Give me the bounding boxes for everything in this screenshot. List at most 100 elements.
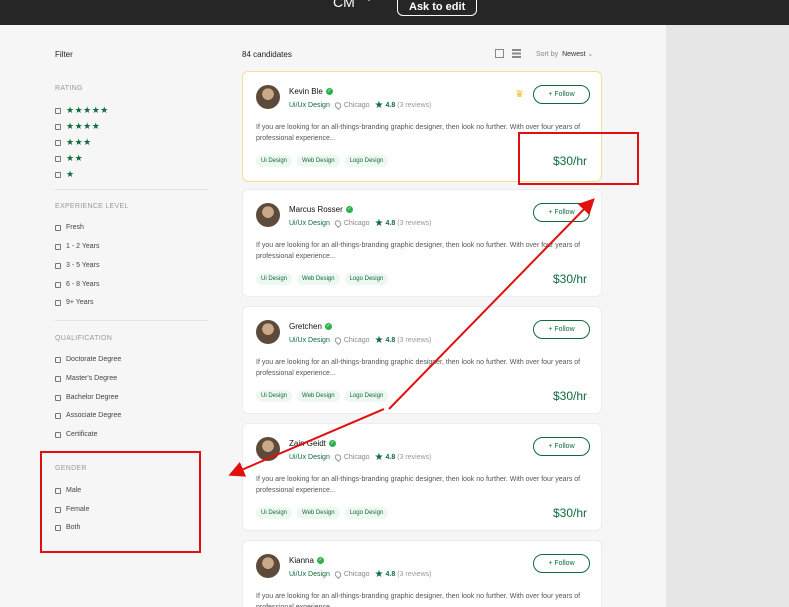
price-value: $30 <box>553 506 574 520</box>
candidate-role: Ui/Ux Design <box>289 454 330 461</box>
experience-section: EXPERIENCE LEVEL Fresh 1 - 2 Years 3 - 5… <box>55 203 210 306</box>
skill-tag[interactable]: Ui Design <box>256 273 293 285</box>
price-value: $30 <box>553 389 574 403</box>
candidate-card[interactable]: Gretchen ✓ Ui/Ux Design Chicago ★ 4.8 (3 re… <box>242 306 602 414</box>
qualification-option[interactable]: Bachelor Degree <box>55 394 119 401</box>
checkbox[interactable] <box>55 394 61 401</box>
experience-option[interactable]: 9+ Years <box>55 299 93 306</box>
filter-title: Filter <box>55 50 73 59</box>
review-count: (3 reviews) <box>397 337 432 344</box>
candidate-name-row: Gretchen ✓ <box>289 322 332 331</box>
skill-tag[interactable]: Web Design <box>297 155 340 167</box>
option-label: 6 - 8 Years <box>66 281 100 288</box>
checkbox[interactable] <box>55 281 61 288</box>
skill-tag[interactable]: Logo Design <box>344 155 389 167</box>
skill-tag[interactable]: Ui Design <box>256 390 293 402</box>
rating-option-4[interactable]: ★★★★ <box>55 121 100 132</box>
top-bar: CM ˅ Ask to edit <box>0 0 789 25</box>
list-view-icon[interactable] <box>512 49 521 58</box>
checkbox[interactable] <box>55 171 61 178</box>
follow-button[interactable]: + Follow <box>533 437 590 456</box>
skill-tag[interactable]: Logo Design <box>344 273 389 285</box>
rating-option-2[interactable]: ★★ <box>55 153 83 164</box>
follow-button[interactable]: + Follow <box>533 320 590 339</box>
divider <box>55 320 208 321</box>
price-value: $30 <box>553 272 574 286</box>
star-icon: ★ <box>374 100 384 111</box>
rating-option-1[interactable]: ★ <box>55 169 75 180</box>
option-label: Fresh <box>66 224 84 231</box>
qualification-section: QUALIFICATION Doctorate Degree Master's … <box>55 335 210 438</box>
checkbox[interactable] <box>55 431 61 438</box>
checkbox[interactable] <box>55 155 61 162</box>
chevron-down-icon[interactable]: ˅ <box>366 0 372 5</box>
checkbox[interactable] <box>55 375 61 382</box>
follow-button[interactable]: + Follow <box>533 554 590 573</box>
grid-view-icon[interactable] <box>495 49 504 58</box>
checkbox[interactable] <box>55 243 61 250</box>
candidate-role: Ui/Ux Design <box>289 102 330 109</box>
right-gutter <box>666 25 789 607</box>
verified-icon: ✓ <box>324 323 332 330</box>
skill-tag[interactable]: Logo Design <box>344 390 389 402</box>
candidate-card[interactable]: Marcus Rosser ✓ Ui/Ux Design Chicago ★ 4.8… <box>242 189 602 297</box>
star-icon: ★ <box>374 335 384 346</box>
candidate-description: If you are looking for an all-things-bra… <box>256 476 581 494</box>
candidate-name: Marcus Rosser <box>289 205 343 214</box>
qualification-option[interactable]: Certificate <box>55 431 98 438</box>
candidate-name: Kevin Ble <box>289 87 323 96</box>
price-unit: /hr <box>573 506 588 520</box>
location-pin-icon <box>333 335 343 346</box>
rating-option-3[interactable]: ★★★ <box>55 137 92 148</box>
candidate-meta: Ui/Ux Design Chicago ★ 4.8 (3 reviews) <box>289 335 431 346</box>
candidate-card[interactable]: Kianna ✓ Ui/Ux Design Chicago ★ 4.8 (3 revi… <box>242 540 602 607</box>
sort-dropdown[interactable]: Sort by Newest ⌄ <box>536 50 593 58</box>
location-pin-icon <box>333 452 343 463</box>
rating-section: RATING ★★★★★ ★★★★ ★★★ ★★ ★ <box>55 85 210 179</box>
candidate-meta: Ui/Ux Design Chicago ★ 4.8 (3 reviews) <box>289 218 431 229</box>
skill-tag[interactable]: Ui Design <box>256 507 293 519</box>
divider <box>55 189 208 190</box>
checkbox[interactable] <box>55 139 61 146</box>
crown-icon: ♛ <box>515 89 524 100</box>
candidate-name: Gretchen <box>289 322 322 331</box>
checkbox[interactable] <box>55 356 61 363</box>
hourly-rate: $30/hr <box>553 389 587 403</box>
checkbox[interactable] <box>55 123 61 130</box>
location-text: Chicago <box>343 454 370 461</box>
skill-tag[interactable]: Web Design <box>297 273 340 285</box>
skill-tag[interactable]: Web Design <box>297 507 340 519</box>
experience-option[interactable]: 1 - 2 Years <box>55 243 99 250</box>
skill-tags: Ui Design Web Design Logo Design <box>256 155 389 167</box>
avatar <box>256 437 280 461</box>
experience-option[interactable]: 3 - 5 Years <box>55 262 99 269</box>
follow-button[interactable]: + Follow <box>533 203 590 222</box>
qualification-option[interactable]: Doctorate Degree <box>55 356 121 363</box>
checkbox[interactable] <box>55 262 61 269</box>
location-pin-icon <box>333 100 343 111</box>
candidate-name-row: Kianna ✓ <box>289 556 324 565</box>
location: Chicago <box>333 218 370 229</box>
qualification-option[interactable]: Master's Degree <box>55 375 117 382</box>
follow-button[interactable]: + Follow <box>533 85 590 104</box>
checkbox[interactable] <box>55 412 61 419</box>
rating: ★ 4.8 (3 reviews) <box>375 569 432 580</box>
qualification-option[interactable]: Associate Degree <box>55 412 121 419</box>
location-text: Chicago <box>343 571 370 578</box>
skill-tag[interactable]: Web Design <box>297 390 340 402</box>
experience-option[interactable]: 6 - 8 Years <box>55 281 99 288</box>
location: Chicago <box>333 452 370 463</box>
skill-tag[interactable]: Logo Design <box>344 507 389 519</box>
experience-option[interactable]: Fresh <box>55 224 84 231</box>
location-text: Chicago <box>343 220 370 227</box>
checkbox[interactable] <box>55 299 61 306</box>
ask-to-edit-button[interactable]: Ask to edit <box>397 0 478 16</box>
rating-option-5[interactable]: ★★★★★ <box>55 105 109 116</box>
checkbox[interactable] <box>55 107 61 114</box>
option-label: Doctorate Degree <box>66 356 122 363</box>
candidate-card[interactable]: Zain Geidt ✓ Ui/Ux Design Chicago ★ 4.8 (3 … <box>242 423 602 531</box>
rating: ★ 4.8 (3 reviews) <box>375 452 432 463</box>
skill-tag[interactable]: Ui Design <box>256 155 293 167</box>
checkbox[interactable] <box>55 224 61 231</box>
candidate-description: If you are looking for an all-things-bra… <box>256 242 581 260</box>
